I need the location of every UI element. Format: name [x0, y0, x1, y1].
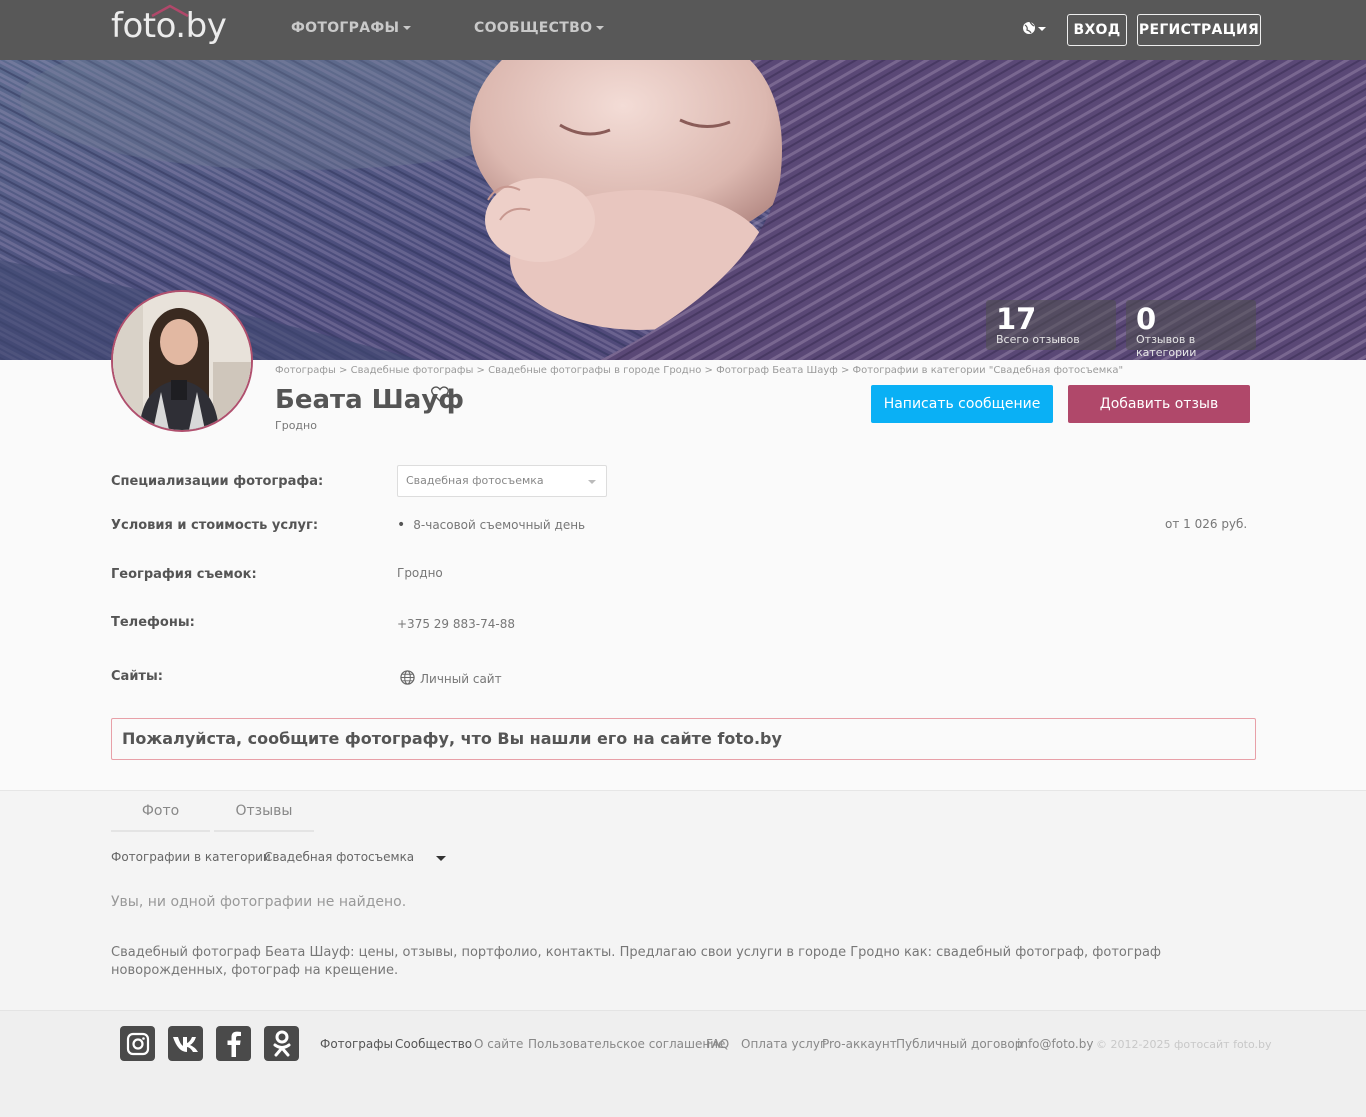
terms-label: Условия и стоимость услуг:	[111, 518, 319, 533]
phone-number[interactable]: +375 29 883-74-88	[397, 617, 515, 631]
footer-link-community[interactable]: Сообщество	[395, 1037, 472, 1051]
add-review-button[interactable]: Добавить отзыв	[1068, 385, 1250, 423]
profile-city: Гродно	[275, 419, 317, 432]
phones-label: Телефоны:	[111, 615, 195, 630]
login-button[interactable]: ВХОД	[1067, 14, 1127, 46]
globe-icon	[1023, 21, 1046, 34]
footer-link-email[interactable]: info@foto.by	[1017, 1037, 1093, 1051]
chevron-down-icon	[403, 26, 412, 30]
chevron-down-icon	[588, 480, 596, 484]
nav-community[interactable]: СООБЩЕСТВО	[474, 20, 605, 36]
odnoklassniki-link[interactable]	[264, 1026, 299, 1061]
total-reviews-count: 17	[996, 302, 1037, 336]
register-button[interactable]: РЕГИСТРАЦИЯ	[1137, 14, 1261, 46]
nav-community-label: СООБЩЕСТВО	[474, 20, 593, 36]
globe-icon	[400, 670, 415, 685]
vk-link[interactable]	[168, 1026, 203, 1061]
footer-link-faq[interactable]: FAQ	[706, 1037, 729, 1051]
category-label: Фотографии в категории	[111, 850, 271, 864]
facebook-icon	[227, 1031, 241, 1057]
geography-label: География съемок:	[111, 567, 257, 582]
nav-photographers[interactable]: ФОТОГРАФЫ	[291, 20, 412, 36]
chevron-down-icon[interactable]	[436, 856, 446, 861]
category-selected: Свадебная фотосъемка	[264, 850, 415, 864]
notice-banner: Пожалуйста, сообщите фотографу, что Вы н…	[111, 718, 1256, 760]
avatar	[111, 290, 253, 432]
logo-roof-icon	[151, 4, 189, 18]
total-reviews-label: Всего отзывов	[996, 333, 1080, 346]
tab-reviews[interactable]: Отзывы	[214, 800, 314, 832]
category-reviews-stat: 0 Отзывов в категории	[1126, 300, 1256, 359]
footer-link-pro[interactable]: Pro-аккаунт	[822, 1037, 897, 1051]
chevron-down-icon	[596, 26, 605, 30]
bullet-icon: •	[397, 517, 406, 533]
total-reviews-stat: 17 Всего отзывов	[986, 300, 1116, 350]
seo-description: Свадебный фотограф Беата Шауф: цены, отз…	[111, 945, 1162, 978]
category-reviews-count: 0	[1136, 302, 1157, 336]
footer-link-payment[interactable]: Оплата услуг	[741, 1037, 826, 1051]
instagram-link[interactable]	[120, 1026, 155, 1061]
category-reviews-label: Отзывов в категории	[1136, 333, 1197, 359]
empty-photos-message: Увы, ни одной фотографии не найдено.	[111, 894, 407, 910]
service-name: 8-часовой съемочный день	[413, 518, 586, 532]
facebook-link[interactable]	[216, 1026, 251, 1061]
service-price: от 1 026 руб.	[1165, 517, 1248, 531]
odnoklassniki-icon	[273, 1030, 290, 1056]
category-select[interactable]: Свадебная фотосъемка	[264, 850, 448, 864]
nav-photographers-label: ФОТОГРАФЫ	[291, 20, 400, 36]
copyright: © 2012-2025 фотосайт foto.by	[1096, 1038, 1272, 1051]
specialization-select[interactable]: Свадебная фотосъемка	[397, 465, 607, 497]
heart-icon[interactable]	[431, 386, 449, 402]
breadcrumb[interactable]: Фотографы > Свадебные фотографы > Свадеб…	[275, 365, 1123, 376]
language-button[interactable]	[1022, 20, 1050, 40]
write-message-button[interactable]: Написать сообщение	[871, 385, 1053, 423]
personal-site-link[interactable]: Личный сайт	[420, 672, 502, 686]
geography-value: Гродно	[397, 566, 443, 580]
vk-icon	[172, 1036, 198, 1052]
footer-link-photographers[interactable]: Фотографы	[320, 1037, 393, 1051]
footer	[0, 1010, 1366, 1117]
instagram-icon	[126, 1032, 149, 1055]
footer-link-terms[interactable]: Пользовательское соглашение	[528, 1037, 725, 1051]
specialization-selected: Свадебная фотосъемка	[406, 474, 544, 487]
tab-photo[interactable]: Фото	[111, 800, 210, 832]
sites-label: Сайты:	[111, 669, 163, 684]
footer-link-about[interactable]: О сайте	[474, 1037, 523, 1051]
service-item: • 8-часовой съемочный день	[397, 517, 585, 533]
specializations-label: Специализации фотографа:	[111, 474, 324, 489]
footer-link-contract[interactable]: Публичный договор	[896, 1037, 1022, 1051]
